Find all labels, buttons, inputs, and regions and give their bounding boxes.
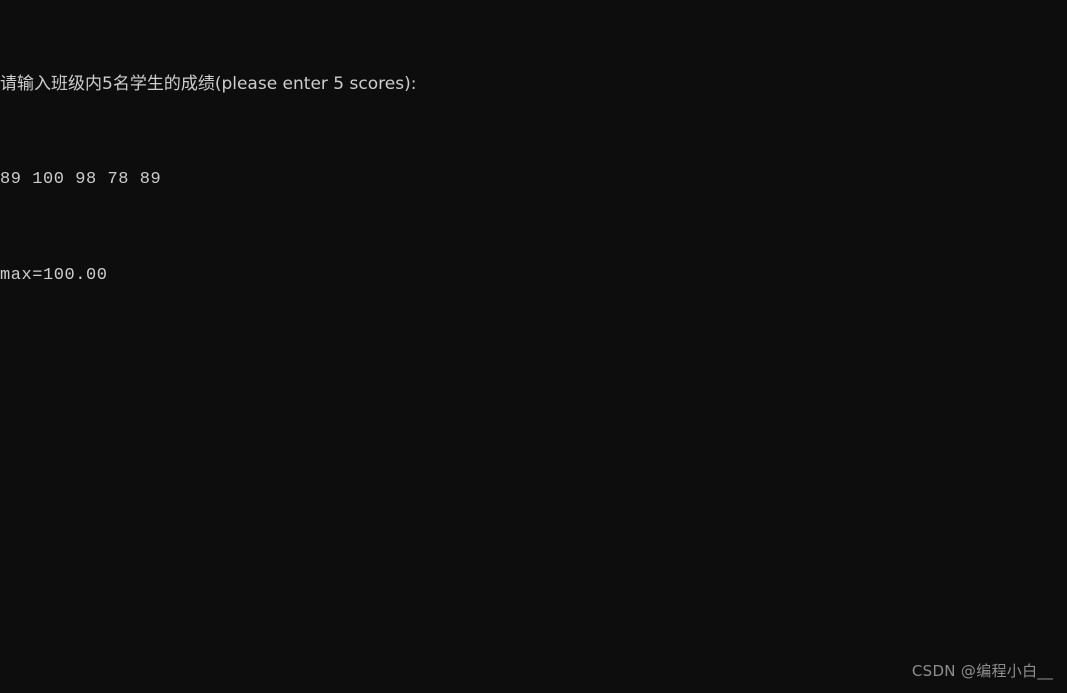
console-line-max-5: max=100.00 — [0, 266, 108, 285]
console-empty-region — [0, 318, 1067, 693]
console-window[interactable]: 请输入班级内5名学生的成绩(please enter 5 scores): 89… — [0, 0, 1067, 693]
csdn-watermark: CSDN @编程小白__ — [911, 662, 1053, 680]
console-line-prompt-5-scores: 请输入班级内5名学生的成绩(please enter 5 scores): — [0, 74, 417, 94]
console-line-input-5-scores: 89 100 98 78 89 — [0, 170, 162, 189]
